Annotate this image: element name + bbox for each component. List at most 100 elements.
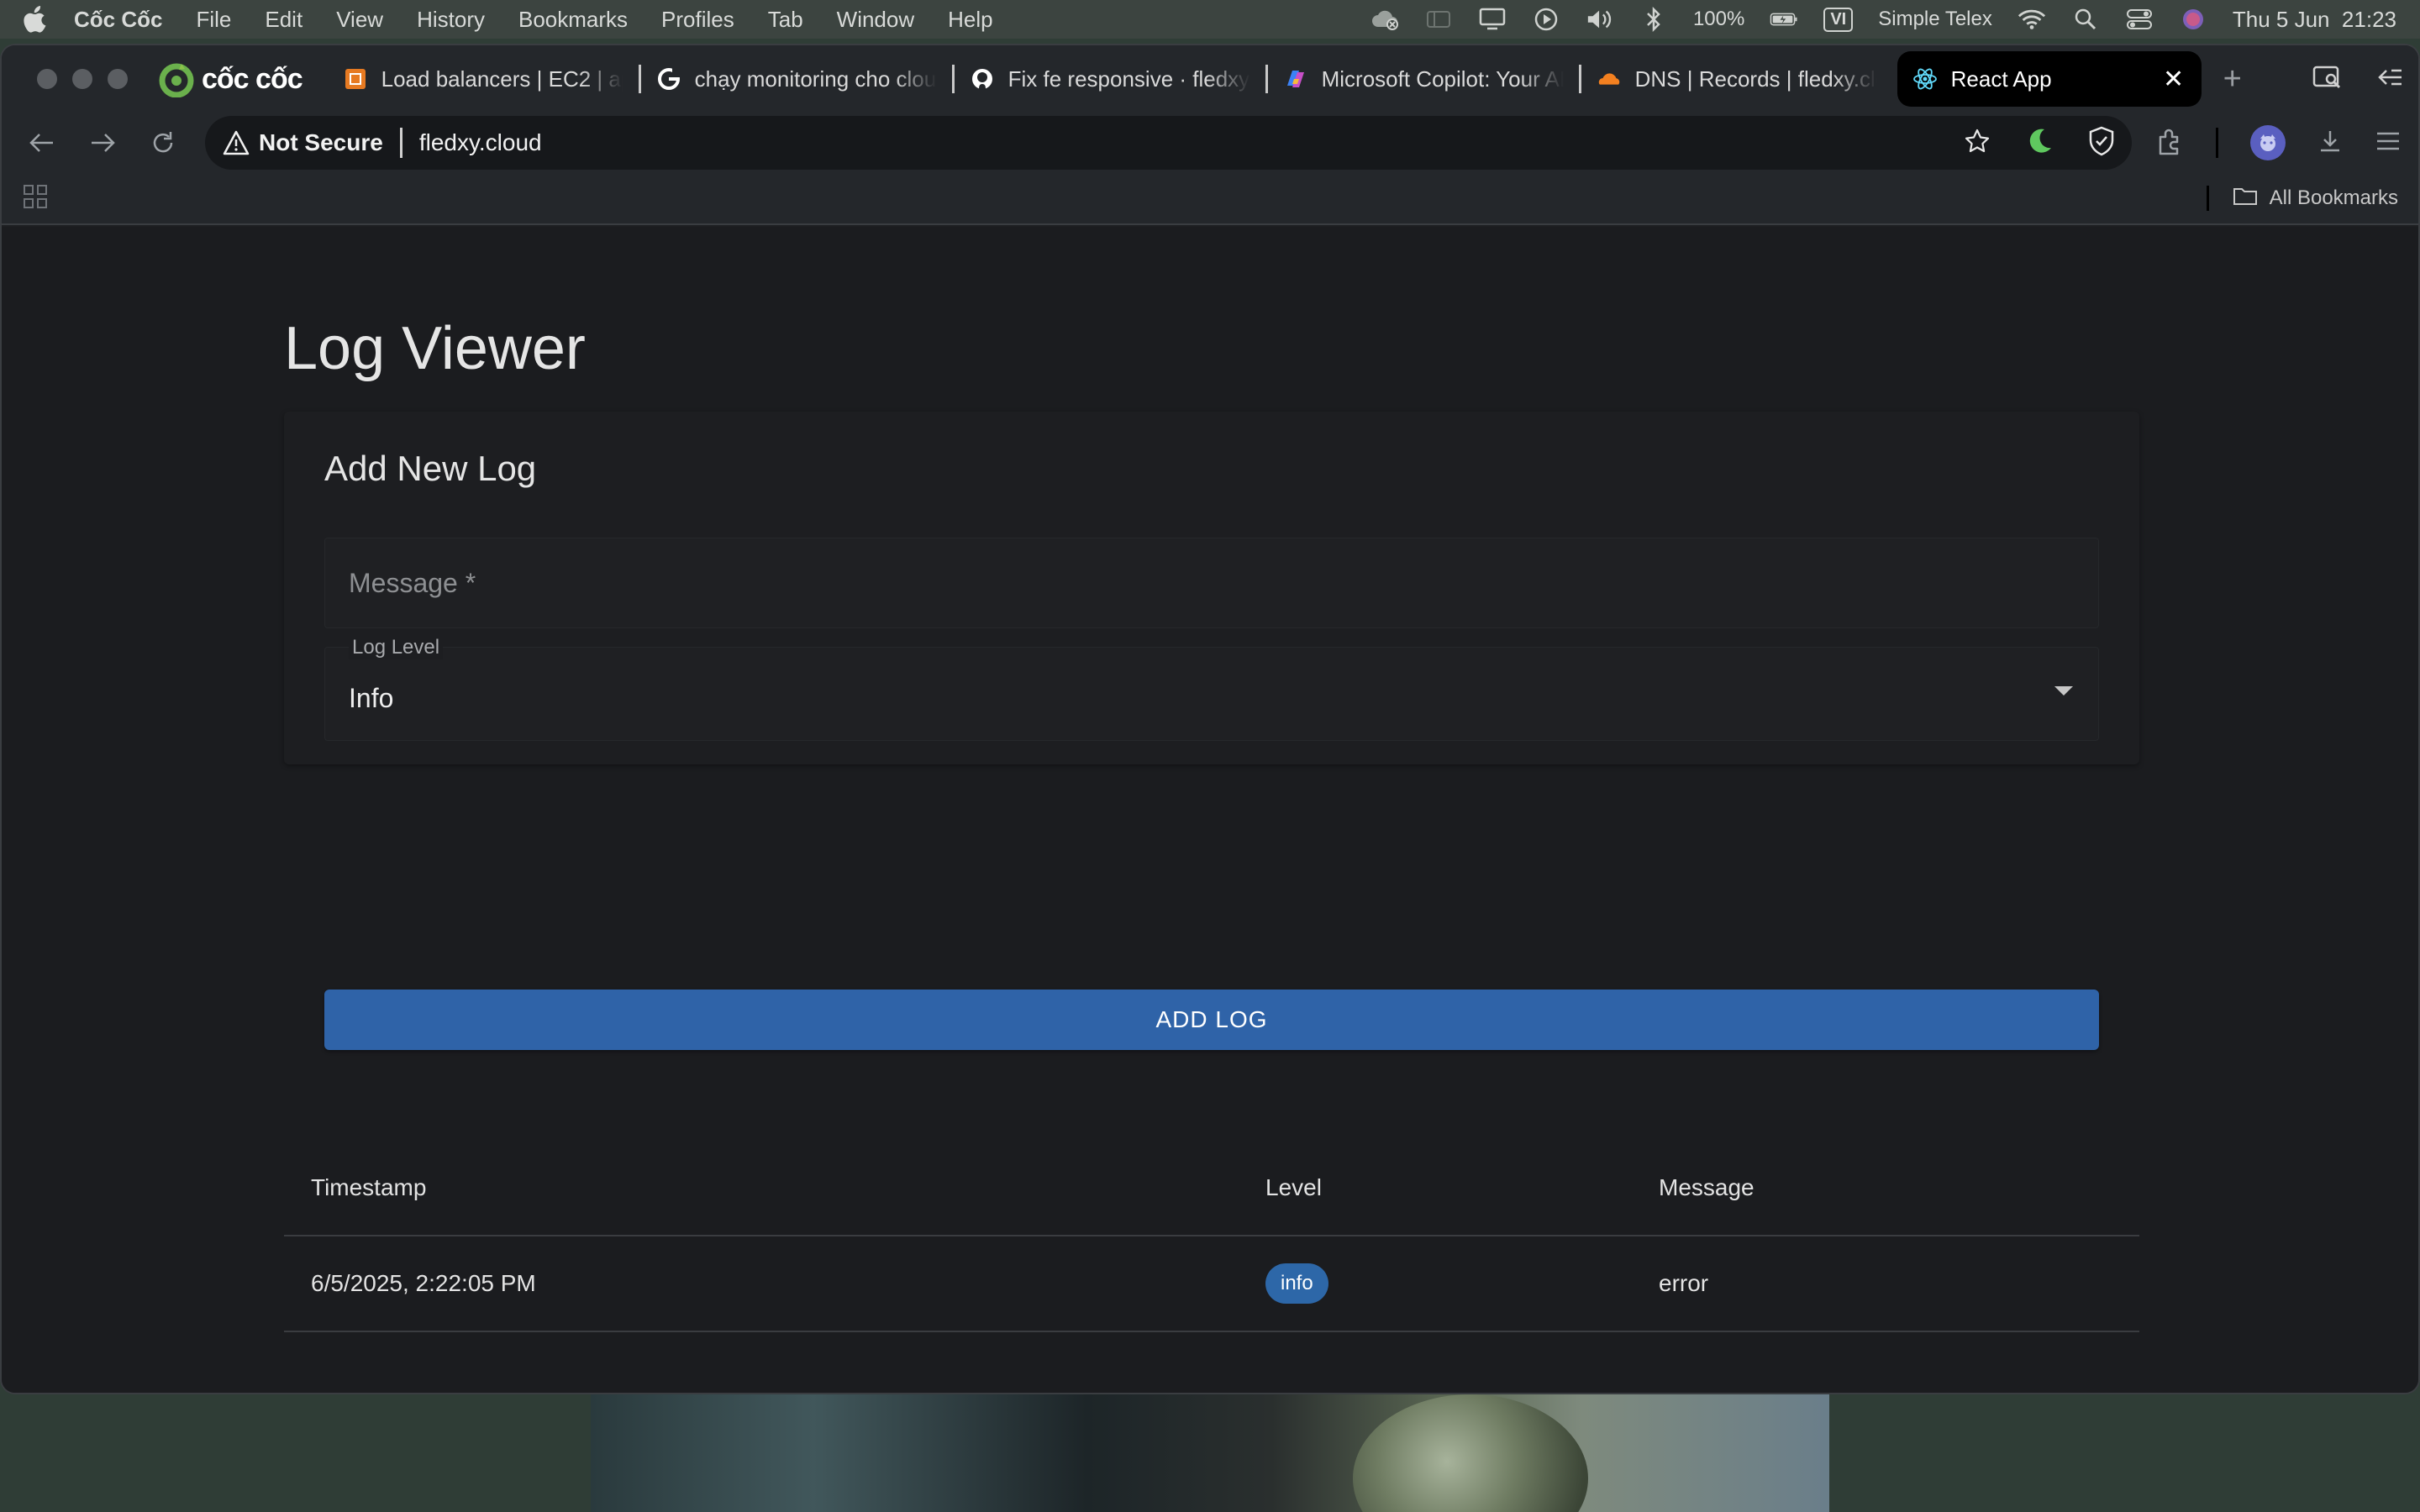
table-row[interactable]: 6/5/2025, 2:22:05 PM info error: [284, 1236, 2139, 1332]
menubar-history[interactable]: History: [417, 7, 485, 33]
menubar-app-name[interactable]: Cốc Cốc: [74, 7, 162, 33]
input-method-badge[interactable]: VI: [1823, 7, 1854, 32]
menubar-bookmarks[interactable]: Bookmarks: [518, 7, 628, 33]
bluetooth-icon[interactable]: [1639, 7, 1668, 32]
add-log-form: Add New Log Log Level Info: [284, 412, 2139, 764]
menubar-clock[interactable]: Thu 5 Jun 21:23: [2233, 7, 2396, 33]
apps-grid-icon[interactable]: [22, 183, 49, 214]
adblock-shield-icon[interactable]: [2088, 126, 2115, 160]
copilot-icon: [1283, 66, 1308, 92]
bookmarks-separator: [2206, 186, 2209, 211]
message-input[interactable]: [325, 538, 2098, 627]
tab-title: Load balancers | EC2 | ap-southeast-1: [381, 66, 623, 92]
cloudflare-icon: [1597, 66, 1622, 92]
apple-menu-icon[interactable]: [24, 5, 49, 34]
all-bookmarks-button[interactable]: All Bookmarks: [2270, 186, 2398, 210]
menubar-help[interactable]: Help: [948, 7, 992, 33]
tab-title: DNS | Records | fledxy.cloud: [1634, 66, 1877, 92]
aws-ec2-icon: [343, 66, 368, 92]
table-header-row: Timestamp Level Message: [284, 1141, 2139, 1236]
minimize-window-button[interactable]: [72, 69, 92, 89]
downloads-icon[interactable]: [2317, 129, 2343, 158]
tab-title: Fix fe responsive · fledxy: [1007, 66, 1250, 92]
tab-google-search[interactable]: chạy monitoring cho cloud: [641, 51, 952, 107]
battery-icon[interactable]: [1770, 7, 1798, 32]
column-header-message[interactable]: Message: [1632, 1174, 2139, 1201]
zoom-window-button[interactable]: [108, 69, 128, 89]
bookmark-star-icon[interactable]: [1964, 128, 1991, 159]
browser-brand[interactable]: cốc cốc: [158, 60, 303, 98]
browser-brand-text: cốc cốc: [202, 62, 303, 95]
menubar-view[interactable]: View: [336, 7, 383, 33]
browser-window: cốc cốc Load balancers | EC2 | ap-southe…: [0, 44, 2420, 1394]
tab-cloudflare-dns[interactable]: DNS | Records | fledxy.cloud: [1581, 51, 1892, 107]
column-header-timestamp[interactable]: Timestamp: [284, 1174, 1239, 1201]
bookmarks-bar: All Bookmarks: [2, 173, 2418, 225]
new-tab-button[interactable]: +: [2223, 61, 2242, 97]
log-level-cell: info: [1239, 1263, 1632, 1304]
toolbar-actions: [2155, 125, 2402, 160]
log-level-value[interactable]: Info: [349, 683, 393, 714]
menubar-profiles[interactable]: Profiles: [661, 7, 734, 33]
tab-search-icon[interactable]: [2312, 65, 2343, 94]
cloud-sync-icon[interactable]: [1370, 7, 1399, 32]
dark-mode-icon[interactable]: [2024, 126, 2054, 160]
reload-button[interactable]: [139, 119, 187, 166]
back-button[interactable]: [18, 119, 66, 166]
macos-menubar: Cốc Cốc File Edit View History Bookmarks…: [0, 0, 2420, 39]
display-icon[interactable]: [1478, 7, 1507, 32]
tab-react-app[interactable]: React App ✕: [1897, 51, 2202, 107]
control-center-icon[interactable]: [2125, 7, 2154, 32]
siri-icon[interactable]: [2179, 7, 2207, 32]
close-window-button[interactable]: [37, 69, 57, 89]
tab-strip: cốc cốc Load balancers | EC2 | ap-southe…: [2, 45, 2418, 113]
volume-icon[interactable]: [1586, 7, 1614, 32]
play-icon[interactable]: [1532, 7, 1560, 32]
warning-icon[interactable]: [222, 129, 250, 157]
log-message: error: [1659, 1270, 1709, 1296]
logs-table: Timestamp Level Message 6/5/2025, 2:22:0…: [284, 1141, 2139, 1332]
react-icon: [1912, 66, 1938, 92]
coccoc-logo-icon: [158, 60, 195, 98]
sidebar-toggle-icon[interactable]: [1424, 7, 1453, 32]
menubar-edit[interactable]: Edit: [265, 7, 302, 33]
address-bar[interactable]: Not Secure fledxy.cloud: [205, 116, 2132, 170]
all-bookmarks-group: All Bookmarks: [2206, 186, 2398, 212]
menubar-file[interactable]: File: [196, 7, 231, 33]
tab-github[interactable]: Fix fe responsive · fledxy: [955, 51, 1265, 107]
message-field[interactable]: [324, 538, 2099, 628]
menubar-window[interactable]: Window: [837, 7, 914, 33]
google-icon: [656, 66, 681, 92]
url-text[interactable]: fledxy.cloud: [419, 129, 542, 156]
menubar-tab[interactable]: Tab: [768, 7, 803, 33]
folder-icon: [2233, 186, 2258, 212]
github-icon: [970, 66, 995, 92]
extensions-icon[interactable]: [2155, 127, 2184, 160]
column-header-level[interactable]: Level: [1239, 1174, 1632, 1201]
form-heading: Add New Log: [324, 449, 537, 488]
page-title: Log Viewer: [284, 315, 586, 382]
tab-title: chạy monitoring cho cloud: [694, 66, 937, 92]
spotlight-search-icon[interactable]: [2071, 7, 2100, 32]
add-log-button[interactable]: ADD LOG: [324, 990, 2099, 1050]
web-page: Log Viewer Add New Log Log Level Info AD…: [2, 227, 2418, 1393]
tab-title: Microsoft Copilot: Your AI companion: [1321, 66, 1564, 92]
tab-title: React App: [1950, 66, 2052, 92]
omnibox-divider: [399, 128, 402, 158]
tab-copilot[interactable]: Microsoft Copilot: Your AI companion: [1268, 51, 1579, 107]
profile-avatar[interactable]: [2250, 125, 2286, 160]
wifi-icon[interactable]: [2018, 7, 2046, 32]
log-level-label: Log Level: [349, 636, 444, 659]
input-method-name[interactable]: Simple Telex: [1878, 8, 1992, 31]
log-timestamp: 6/5/2025, 2:22:05 PM: [311, 1270, 536, 1296]
forward-button[interactable]: [79, 119, 126, 166]
close-tab-icon[interactable]: ✕: [2161, 65, 2186, 94]
security-status[interactable]: Not Secure: [259, 129, 383, 156]
toolbar-separator: [2216, 128, 2218, 158]
sidebar-collapse-icon[interactable]: [2376, 66, 2403, 93]
dropdown-arrow-icon[interactable]: [2054, 686, 2073, 696]
tab-load-balancers[interactable]: Load balancers | EC2 | ap-southeast-1: [328, 51, 639, 107]
log-level-select[interactable]: Log Level Info: [324, 636, 2099, 741]
tabstrip-actions: [2312, 45, 2403, 113]
menu-hamburger-icon[interactable]: [2375, 130, 2402, 156]
